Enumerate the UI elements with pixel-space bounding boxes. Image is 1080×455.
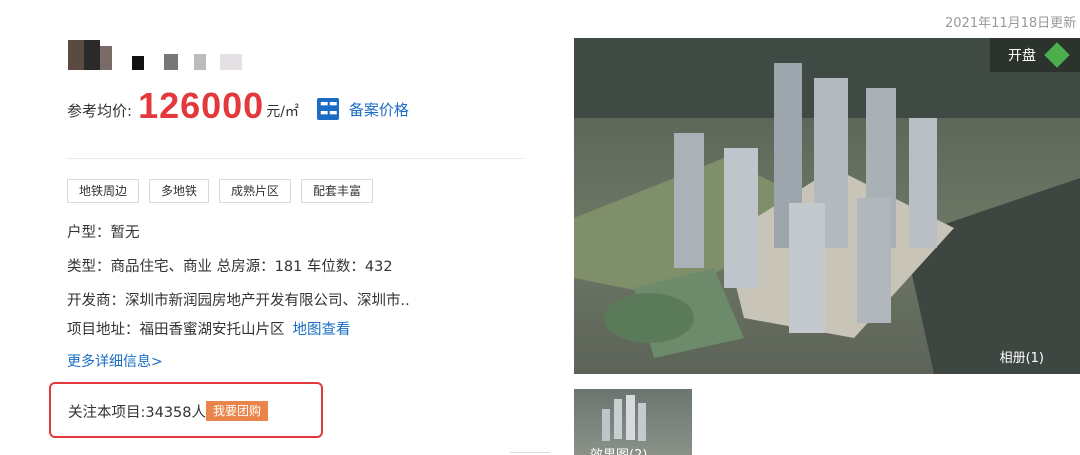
info-address: 项目地址：福田香蜜湖安托山片区 地图查看 [67, 318, 351, 339]
divider-bottom [510, 452, 550, 453]
address-label: 项目地址：福田香蜜湖安托山片区 [67, 322, 285, 338]
tag-multi-subway: 多地铁 [149, 179, 210, 203]
calculator-icon[interactable]: ▬ ▬ ▬ ▬ [316, 98, 339, 120]
thumbnail-label: 效果图(2) [590, 444, 647, 455]
tag-mature-area: 成熟片区 [219, 179, 292, 203]
main-project-photo[interactable]: 开盘 相册(1) [574, 38, 1080, 374]
sale-status-label: 开盘 [1008, 48, 1036, 64]
diamond-icon [1044, 42, 1070, 68]
price-label: 参考均价: [67, 102, 133, 120]
divider [67, 158, 524, 159]
project-name-redacted [68, 40, 268, 72]
feature-tags: 地铁周边 多地铁 成熟片区 配套丰富 [67, 179, 374, 203]
price-row: 参考均价: 126000 元/㎡ ▬ ▬ ▬ ▬ 备案价格 [67, 86, 409, 126]
follow-count-text: 关注本项目:34358人 [68, 405, 207, 421]
map-view-link[interactable]: 地图查看 [293, 322, 351, 338]
price-value: 126000 [138, 85, 265, 126]
album-count-label[interactable]: 相册(1) [1000, 347, 1044, 366]
record-price-link[interactable]: 备案价格 [349, 99, 409, 120]
update-date: 2021年11月18日更新 [945, 16, 1077, 31]
more-details-link[interactable]: 更多详细信息> [67, 351, 163, 371]
rendering-thumbnail[interactable]: 效果图(2) [574, 389, 692, 455]
sale-status-tag: 开盘 [990, 38, 1080, 72]
tag-rich-amenities: 配套丰富 [301, 179, 374, 203]
info-layout: 户型：暂无 [67, 225, 140, 241]
tag-subway-nearby: 地铁周边 [67, 179, 140, 203]
group-buy-button[interactable]: 我要团购 [206, 401, 269, 421]
follow-box-highlight: 关注本项目:34358人 我要团购 [49, 382, 323, 438]
info-developer: 开发商：深圳市新润园房地产开发有限公司、深圳市.. [67, 293, 410, 309]
info-type: 类型：商品住宅、商业 总房源：181 车位数：432 [67, 259, 393, 275]
price-unit: 元/㎡ [266, 104, 299, 120]
rendering-illustration [574, 38, 1080, 374]
